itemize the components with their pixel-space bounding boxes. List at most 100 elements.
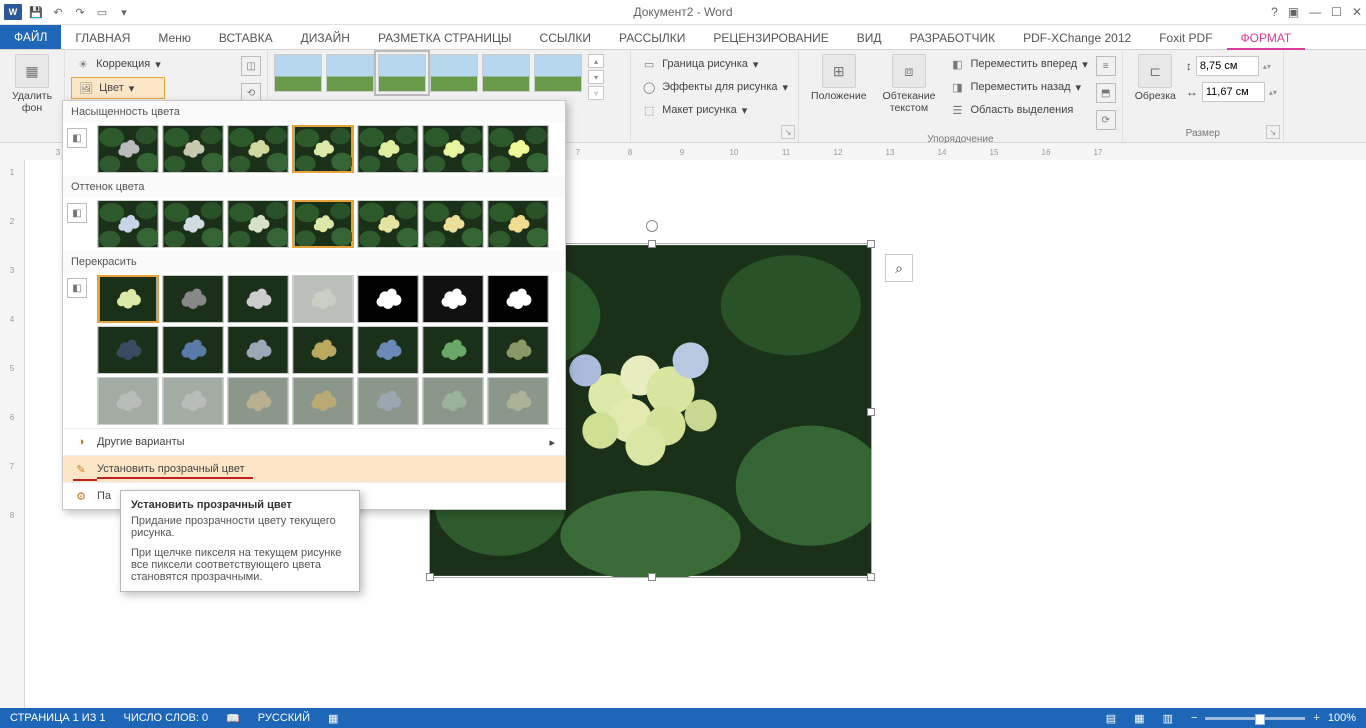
undo-icon[interactable]: ↶ — [50, 4, 66, 20]
rotate-handle[interactable] — [646, 220, 658, 232]
recolor-thumb[interactable] — [162, 275, 224, 323]
tone-thumb[interactable] — [487, 200, 549, 248]
gallery-more-icon[interactable]: ▿ — [588, 86, 604, 100]
width-input[interactable] — [1202, 82, 1265, 102]
save-icon[interactable]: 💾 — [28, 4, 44, 20]
zoom-slider[interactable] — [1205, 717, 1305, 720]
word-count[interactable]: ЧИСЛО СЛОВ: 0 — [124, 712, 209, 724]
recolor-thumb[interactable] — [487, 275, 549, 323]
set-transparent-color-item[interactable]: ✎ Установить прозрачный цвет — [63, 455, 565, 482]
bring-forward-button[interactable]: ◧Переместить вперед▾ — [945, 54, 1091, 74]
wrap-text-button[interactable]: ⧈Обтекание текстом — [877, 52, 942, 116]
compress-pictures-icon[interactable]: ◫ — [241, 56, 261, 76]
recolor-presets-icon[interactable]: ◧ — [67, 278, 87, 298]
recolor-thumb[interactable] — [227, 275, 289, 323]
recolor-thumb[interactable] — [487, 326, 549, 374]
style-thumb[interactable] — [534, 54, 582, 92]
picture-border-button[interactable]: ▭Граница рисунка▾ — [637, 54, 792, 74]
recolor-thumb[interactable] — [227, 377, 289, 425]
new-doc-icon[interactable]: ▭ — [94, 4, 110, 20]
recolor-thumb[interactable] — [357, 275, 419, 323]
recolor-thumb[interactable] — [97, 377, 159, 425]
recolor-thumb[interactable] — [162, 377, 224, 425]
saturation-thumb[interactable] — [357, 125, 419, 173]
tone-thumb[interactable] — [357, 200, 419, 248]
crop-button[interactable]: ⊏Обрезка — [1129, 52, 1182, 104]
recolor-thumb[interactable] — [292, 377, 354, 425]
tab-menu[interactable]: Меню — [144, 27, 204, 49]
style-thumb[interactable] — [482, 54, 530, 92]
tab-format[interactable]: ФОРМАТ — [1227, 27, 1306, 50]
tab-foxit-pdf[interactable]: Foxit PDF — [1145, 27, 1226, 49]
color-button[interactable]: 🖼Цвет▾ — [71, 77, 165, 99]
tab-developer[interactable]: РАЗРАБОТЧИК — [896, 27, 1010, 49]
saturation-thumb[interactable] — [422, 125, 484, 173]
selection-pane-button[interactable]: ☰Область выделения — [945, 100, 1091, 120]
macro-icon[interactable]: ▦ — [328, 712, 338, 725]
position-button[interactable]: ⊞Положение — [805, 52, 873, 104]
recolor-thumb[interactable] — [422, 326, 484, 374]
language-status[interactable]: РУССКИЙ — [258, 712, 310, 724]
saturation-presets-icon[interactable]: ◧ — [67, 128, 87, 148]
tab-mailings[interactable]: РАССЫЛКИ — [605, 27, 699, 49]
picture-effects-button[interactable]: ◯Эффекты для рисунка▾ — [637, 77, 792, 97]
recolor-thumb[interactable] — [487, 377, 549, 425]
recolor-thumb[interactable] — [357, 377, 419, 425]
saturation-thumb[interactable] — [227, 125, 289, 173]
zoom-out-icon[interactable]: − — [1191, 712, 1197, 724]
gallery-up-icon[interactable]: ▴ — [588, 54, 604, 68]
size-dialog-launcher-icon[interactable]: ↘ — [1266, 125, 1280, 139]
recolor-thumb[interactable] — [422, 377, 484, 425]
recolor-thumb[interactable] — [162, 326, 224, 374]
maximize-icon[interactable]: ☐ — [1331, 5, 1342, 19]
ribbon-options-icon[interactable]: ▣ — [1288, 5, 1299, 19]
corrections-button[interactable]: ☀Коррекция▾ — [71, 54, 165, 74]
styles-dialog-launcher-icon[interactable]: ↘ — [781, 125, 795, 139]
saturation-thumb[interactable] — [162, 125, 224, 173]
style-thumb[interactable] — [274, 54, 322, 92]
read-mode-view-icon[interactable]: ▦ — [1134, 712, 1144, 725]
tab-page-layout[interactable]: РАЗМЕТКА СТРАНИЦЫ — [364, 27, 526, 49]
zoom-in-icon[interactable]: + — [1313, 712, 1319, 724]
recolor-thumb[interactable] — [292, 275, 354, 323]
tab-file[interactable]: ФАЙЛ — [0, 25, 61, 49]
tab-view[interactable]: ВИД — [843, 27, 896, 49]
tone-thumb[interactable] — [292, 200, 354, 248]
align-icon[interactable]: ≡ — [1096, 56, 1116, 76]
help-icon[interactable]: ? — [1271, 5, 1278, 19]
recolor-thumb[interactable] — [422, 275, 484, 323]
tone-thumb[interactable] — [422, 200, 484, 248]
picture-layout-button[interactable]: ⬚Макет рисунка▾ — [637, 100, 792, 120]
style-thumb[interactable] — [378, 54, 426, 92]
gallery-down-icon[interactable]: ▾ — [588, 70, 604, 84]
minimize-icon[interactable]: — — [1309, 5, 1321, 19]
tone-thumb[interactable] — [227, 200, 289, 248]
zoom-level[interactable]: 100% — [1328, 712, 1356, 724]
tone-presets-icon[interactable]: ◧ — [67, 203, 87, 223]
recolor-thumb[interactable] — [97, 275, 159, 323]
height-input[interactable] — [1196, 56, 1259, 76]
saturation-thumb[interactable] — [487, 125, 549, 173]
tab-references[interactable]: ССЫЛКИ — [526, 27, 605, 49]
print-layout-view-icon[interactable]: ▤ — [1106, 712, 1116, 725]
recolor-thumb[interactable] — [97, 326, 159, 374]
group-icon[interactable]: ⬒ — [1096, 83, 1116, 103]
tab-home[interactable]: ГЛАВНАЯ — [61, 27, 144, 49]
page-status[interactable]: СТРАНИЦА 1 ИЗ 1 — [10, 712, 106, 724]
tone-thumb[interactable] — [97, 200, 159, 248]
redo-icon[interactable]: ↷ — [72, 4, 88, 20]
picture-styles-gallery[interactable]: ▴ ▾ ▿ — [274, 52, 604, 100]
saturation-thumb[interactable] — [292, 125, 354, 173]
rotate-icon[interactable]: ⟳ — [1096, 110, 1116, 130]
layout-options-button[interactable]: ⌕ — [885, 254, 913, 282]
close-icon[interactable]: ✕ — [1352, 5, 1362, 19]
remove-background-button[interactable]: ▦ Удалить фон — [6, 52, 58, 116]
tab-design[interactable]: ДИЗАЙН — [287, 27, 364, 49]
recolor-thumb[interactable] — [292, 326, 354, 374]
spellcheck-icon[interactable]: 📖 — [226, 712, 240, 725]
recolor-thumb[interactable] — [227, 326, 289, 374]
tab-insert[interactable]: ВСТАВКА — [205, 27, 287, 49]
tab-review[interactable]: РЕЦЕНЗИРОВАНИЕ — [699, 27, 842, 49]
style-thumb[interactable] — [326, 54, 374, 92]
style-thumb[interactable] — [430, 54, 478, 92]
